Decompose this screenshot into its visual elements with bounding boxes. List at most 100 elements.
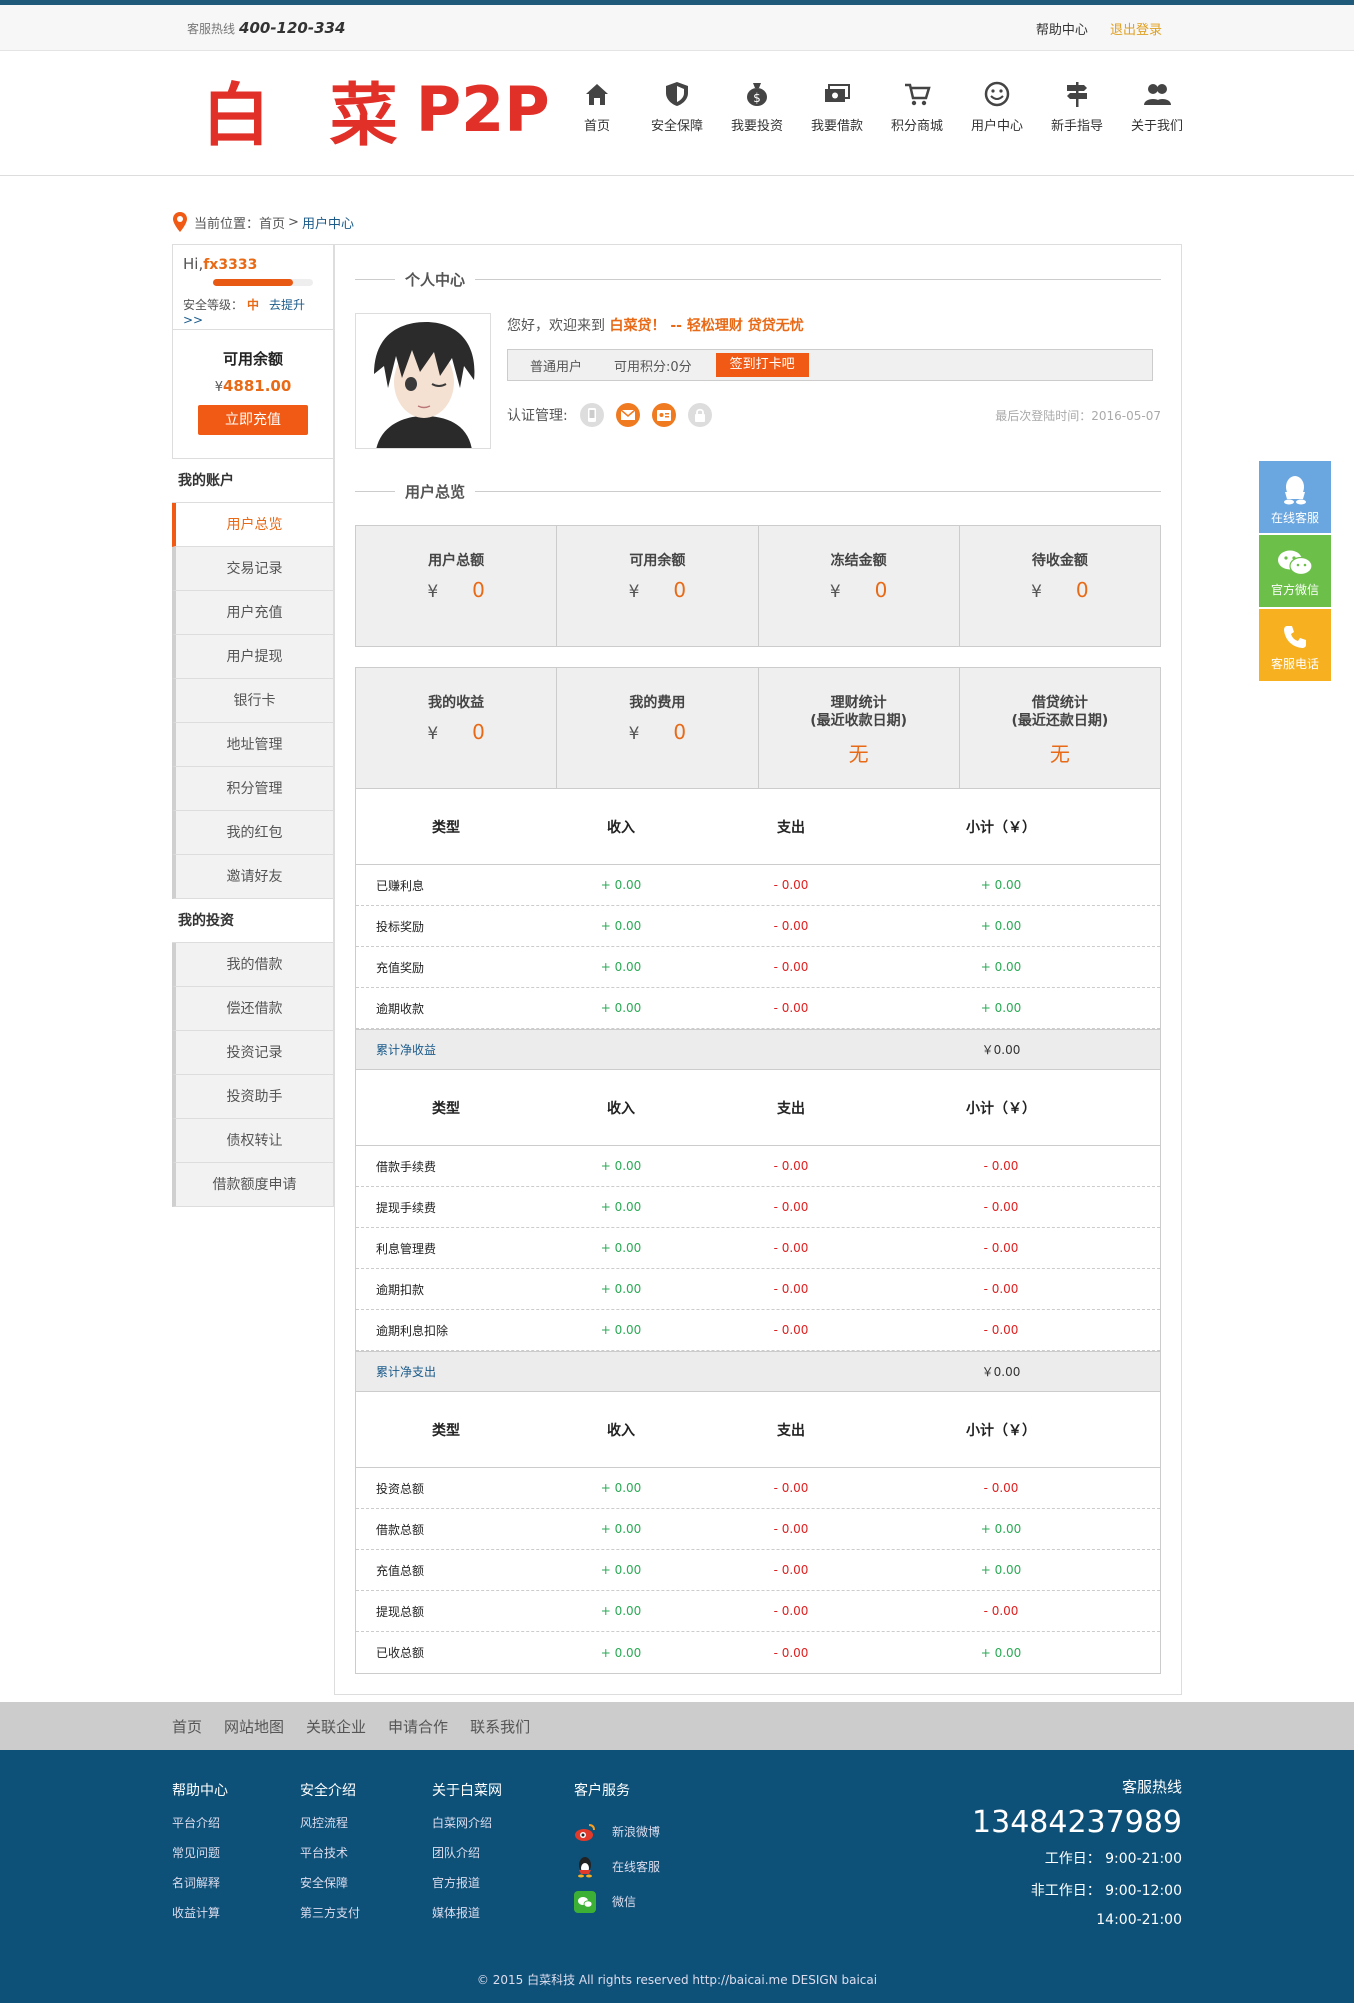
sidebar-item[interactable]: 银行卡 <box>172 679 334 723</box>
copyright: © 2015 白菜科技 All rights reserved http://b… <box>476 1973 878 1987</box>
weekend-hours: 非工作日： 9:00-12:00 <box>1030 1883 1182 1899</box>
table-cell: 提现手续费 <box>376 1200 437 1215</box>
footer-link[interactable]: 常见问题 <box>172 1844 228 1874</box>
footer-col-service: 客户服务 新浪微博 在线客服 微信 <box>574 1780 660 1919</box>
phone-cert-icon[interactable] <box>579 403 604 427</box>
sidebar-item[interactable]: 债权转让 <box>172 1119 334 1163</box>
balance-title: 可用余额 <box>222 350 283 368</box>
sidebar-item[interactable]: 用户充值 <box>172 591 334 635</box>
sign-in-button[interactable]: 签到打卡吧 <box>715 353 809 377</box>
footer-link[interactable]: 团队介绍 <box>432 1844 502 1874</box>
stat-sublabel: (最近还款日期) <box>1011 713 1109 729</box>
footer-nav-link[interactable]: 申请合作 <box>388 1716 448 1737</box>
footer-hotline-number[interactable]: 13484237989 <box>972 1805 1182 1840</box>
footer-nav-link[interactable]: 首页 <box>172 1716 202 1737</box>
footer: 帮助中心 平台介绍 常见问题 名词解释 收益计算 安全介绍 风控流程 平台技术 … <box>0 1750 1354 2003</box>
table-cell: + 0.00 <box>600 1241 642 1255</box>
table-cell: - 0.00 <box>983 1604 1019 1618</box>
footer-wechat-link[interactable]: 微信 <box>574 1884 660 1919</box>
float-label: 在线客服 <box>1270 511 1319 525</box>
footer-link[interactable]: 白菜网介绍 <box>432 1814 502 1844</box>
stat-currency: ¥ <box>427 724 439 744</box>
sidebar-item[interactable]: 邀请好友 <box>172 855 334 899</box>
nav-about[interactable]: 关于我们 <box>1117 79 1197 134</box>
nav-security[interactable]: 安全保障 <box>637 79 717 134</box>
table-row: 提现总额 + 0.00 - 0.00 - 0.00 <box>356 1591 1160 1632</box>
nav-borrow[interactable]: 我要借款 <box>797 79 877 134</box>
nav-user-center[interactable]: 用户中心 <box>957 79 1037 134</box>
table-row: 投标奖励 + 0.00 - 0.00 + 0.00 <box>356 906 1160 947</box>
table-cell: + 0.00 <box>980 1645 1022 1660</box>
nav-mall[interactable]: 积分商城 <box>877 79 957 134</box>
table-header: 类型 收入 支出 小计（￥） <box>356 789 1160 865</box>
stat-loan-summary: 借贷统计 (最近还款日期) 无 <box>958 668 1160 788</box>
sidebar-item[interactable]: 我的借款 <box>172 943 334 987</box>
table-cell: + 0.00 <box>980 960 1022 974</box>
overview-row-1: 用户总额 ¥0 可用余额 ¥0 冻结金额 ¥0 待收金额 ¥0 <box>355 525 1161 647</box>
nav-label: 安全保障 <box>650 119 703 134</box>
footer-link[interactable]: 名词解释 <box>172 1874 228 1904</box>
stat-currency: ¥ <box>829 582 841 602</box>
logo[interactable]: 白 菜 P2P <box>202 69 550 156</box>
table-cell: - 0.00 <box>983 1159 1019 1173</box>
table-row: 提现手续费 + 0.00 - 0.00 - 0.00 <box>356 1187 1160 1228</box>
footer-link[interactable]: 官方报道 <box>432 1874 502 1904</box>
lock-cert-icon[interactable] <box>687 403 712 427</box>
table-cell: + 0.00 <box>980 1563 1022 1577</box>
sidebar-section-invest: 我的投资 <box>172 899 334 943</box>
footer-link[interactable]: 收益计算 <box>172 1904 228 1934</box>
footer-nav-link[interactable]: 关联企业 <box>306 1716 366 1737</box>
logout-link[interactable]: 退出登录 <box>1110 23 1162 38</box>
footer-link[interactable]: 安全保障 <box>300 1874 360 1904</box>
table-cell: + 0.00 <box>600 1159 642 1173</box>
footer-nav-link[interactable]: 联系我们 <box>470 1716 530 1737</box>
sidebar-item[interactable]: 投资记录 <box>172 1031 334 1075</box>
table-cell: - 0.00 <box>983 1241 1019 1255</box>
footer-link[interactable]: 风控流程 <box>300 1814 360 1844</box>
breadcrumb-home[interactable]: 首页 <box>259 213 285 232</box>
footer-weibo-link[interactable]: 新浪微博 <box>574 1814 660 1849</box>
nav-guide[interactable]: 新手指导 <box>1037 79 1117 134</box>
sidebar-item[interactable]: 投资助手 <box>172 1075 334 1119</box>
footer-link[interactable]: 平台技术 <box>300 1844 360 1874</box>
table-row: 已赚利息 + 0.00 - 0.00 + 0.00 <box>356 865 1160 906</box>
nav-home[interactable]: 首页 <box>557 79 637 134</box>
help-center-link[interactable]: 帮助中心 <box>1036 23 1088 38</box>
recharge-button[interactable]: 立即充值 <box>198 405 308 435</box>
nav-invest[interactable]: $ 我要投资 <box>717 79 797 134</box>
sidebar-item[interactable]: 用户提现 <box>172 635 334 679</box>
float-wechat-button[interactable]: 官方微信 <box>1259 535 1331 607</box>
sidebar-item[interactable]: 地址管理 <box>172 723 334 767</box>
sidebar-item[interactable]: 借款额度申请 <box>172 1163 334 1207</box>
sidebar-item[interactable]: 偿还借款 <box>172 987 334 1031</box>
logo-cn: 白 菜 <box>202 75 416 156</box>
sidebar-item[interactable]: 我的红包 <box>172 811 334 855</box>
footer-qq-link[interactable]: 在线客服 <box>574 1849 660 1884</box>
footer-link[interactable]: 第三方支付 <box>300 1904 360 1934</box>
floating-contact: 在线客服 官方微信 客服电话 <box>1259 461 1331 683</box>
stat-label: 可用余额 <box>629 553 686 569</box>
certification: 认证管理: 最后次登陆时间：2016-05-07 <box>507 403 1161 427</box>
table-cell: - 0.00 <box>773 919 809 933</box>
sum-value: ￥0.00 <box>981 1365 1021 1379</box>
id-cert-icon[interactable] <box>651 403 676 427</box>
float-qq-button[interactable]: 在线客服 <box>1259 461 1331 533</box>
avatar[interactable] <box>355 313 491 449</box>
table-cell: - 0.00 <box>773 1282 809 1296</box>
stat-pending: 待收金额 ¥0 <box>958 526 1160 646</box>
footer-link[interactable]: 媒体报道 <box>432 1904 502 1934</box>
breadcrumb-current[interactable]: 用户中心 <box>302 213 354 232</box>
home-icon <box>586 84 608 105</box>
table-cell: + 0.00 <box>600 1522 642 1536</box>
sum-label: 累计净收益 <box>376 1043 437 1057</box>
float-phone-button[interactable]: 客服电话 <box>1259 609 1331 681</box>
hotline: 客服热线 400-120-334 <box>187 19 345 37</box>
sidebar-item[interactable]: 交易记录 <box>172 547 334 591</box>
email-cert-icon[interactable] <box>615 403 640 427</box>
footer-nav-link[interactable]: 网站地图 <box>224 1716 284 1737</box>
sidebar-item[interactable]: 用户总览 <box>172 503 334 547</box>
cash-icon <box>825 84 850 102</box>
footer-link[interactable]: 平台介绍 <box>172 1814 228 1844</box>
sidebar-item[interactable]: 积分管理 <box>172 767 334 811</box>
table-header-cell: 小计（￥） <box>966 819 1036 836</box>
